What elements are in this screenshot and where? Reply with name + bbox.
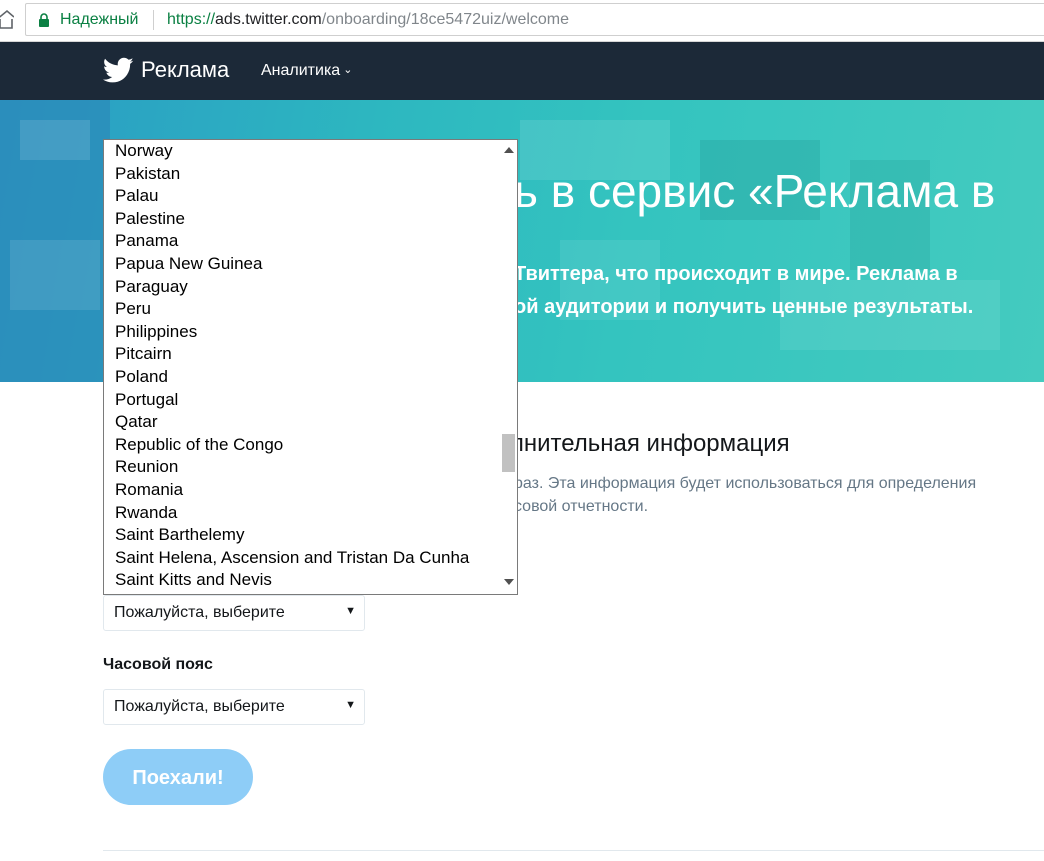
country-option[interactable]: Palestine <box>104 208 500 231</box>
url-text[interactable]: https://ads.twitter.com/onboarding/18ce5… <box>167 11 569 29</box>
lock-icon <box>39 13 49 27</box>
timezone-select[interactable]: Пожалуйста, выберите ▼ <box>103 689 365 725</box>
country-option[interactable]: Papua New Guinea <box>104 253 500 276</box>
scroll-up-arrow-icon[interactable] <box>504 147 514 153</box>
country-option[interactable]: Peru <box>104 298 500 321</box>
country-dropdown-list[interactable]: Norway Pakistan Palau Palestine Panama Papua … <box>103 139 518 595</box>
chevron-down-icon: ⌄ <box>343 64 353 76</box>
country-option[interactable]: Palau <box>104 185 500 208</box>
omnibox[interactable]: Надежный https://ads.twitter.com/onboard… <box>25 3 1044 36</box>
bottom-divider <box>103 850 1044 851</box>
hero-subtitle-line-2: ой аудитории и получить ценные результат… <box>514 296 974 318</box>
dropdown-scrollbar[interactable] <box>500 140 517 594</box>
country-option[interactable]: Rwanda <box>104 502 500 525</box>
country-select-value: Пожалуйста, выберите <box>114 604 285 621</box>
country-option[interactable]: Romania <box>104 479 500 502</box>
url-scheme: https:// <box>167 11 216 28</box>
nav-analytics-menu[interactable]: Аналитика ⌄ <box>261 62 352 80</box>
country-option[interactable]: Paraguay <box>104 276 500 299</box>
home-icon[interactable] <box>0 9 14 31</box>
omnibox-divider <box>153 10 154 30</box>
country-option[interactable]: Reunion <box>104 456 500 479</box>
country-option[interactable]: Portugal <box>104 389 500 412</box>
section-title: олнительная информация <box>497 430 790 457</box>
country-option[interactable]: Philippines <box>104 321 500 344</box>
country-option[interactable]: Saint Barthelemy <box>104 524 500 547</box>
nav-analytics-label: Аналитика <box>261 62 341 79</box>
timezone-label: Часовой пояс <box>103 656 213 673</box>
country-option[interactable]: Poland <box>104 366 500 389</box>
scroll-down-arrow-icon[interactable] <box>504 579 514 585</box>
scrollbar-thumb[interactable] <box>502 434 515 472</box>
country-option[interactable]: Panama <box>104 230 500 253</box>
go-button[interactable]: Поехали! <box>103 749 253 805</box>
security-label: Надежный <box>60 11 139 28</box>
country-option[interactable]: Qatar <box>104 411 500 434</box>
country-option[interactable]: Republic of the Congo <box>104 434 500 457</box>
country-option[interactable]: Saint Kitts and Nevis <box>104 569 500 592</box>
country-select[interactable]: Пожалуйста, выберите ▼ <box>103 595 365 631</box>
browser-address-bar: Надежный https://ads.twitter.com/onboard… <box>0 0 1044 42</box>
country-option[interactable]: Pakistan <box>104 163 500 186</box>
country-options: Norway Pakistan Palau Palestine Panama Papua … <box>104 140 500 592</box>
hero-subtitle-line-1: Твиттера, что происходит в мире. Реклама… <box>514 263 958 285</box>
country-option[interactable]: Saint Helena, Ascension and Tristan Da C… <box>104 547 500 570</box>
top-navigation: Реклама Аналитика ⌄ <box>0 42 1044 100</box>
section-description-line-1: раз. Эта информация будет использоваться… <box>514 475 977 492</box>
twitter-bird-icon[interactable] <box>103 57 134 84</box>
caret-down-icon: ▼ <box>345 605 356 617</box>
caret-down-icon: ▼ <box>345 699 356 711</box>
section-description: раз. Эта информация будет использоваться… <box>514 472 976 518</box>
url-host: ads.twitter.com <box>215 11 322 28</box>
section-description-line-2: совой отчетности. <box>514 498 649 515</box>
country-option[interactable]: Pitcairn <box>104 343 500 366</box>
url-path: /onboarding/18ce5472uiz/welcome <box>321 11 570 28</box>
country-option[interactable]: Norway <box>104 140 500 163</box>
hero-title: ь в сервис «Реклама в <box>514 165 996 217</box>
hero-subtitle: Твиттера, что происходит в мире. Реклама… <box>514 258 973 324</box>
timezone-select-value: Пожалуйста, выберите <box>114 698 285 715</box>
brand-title[interactable]: Реклама <box>141 57 229 83</box>
